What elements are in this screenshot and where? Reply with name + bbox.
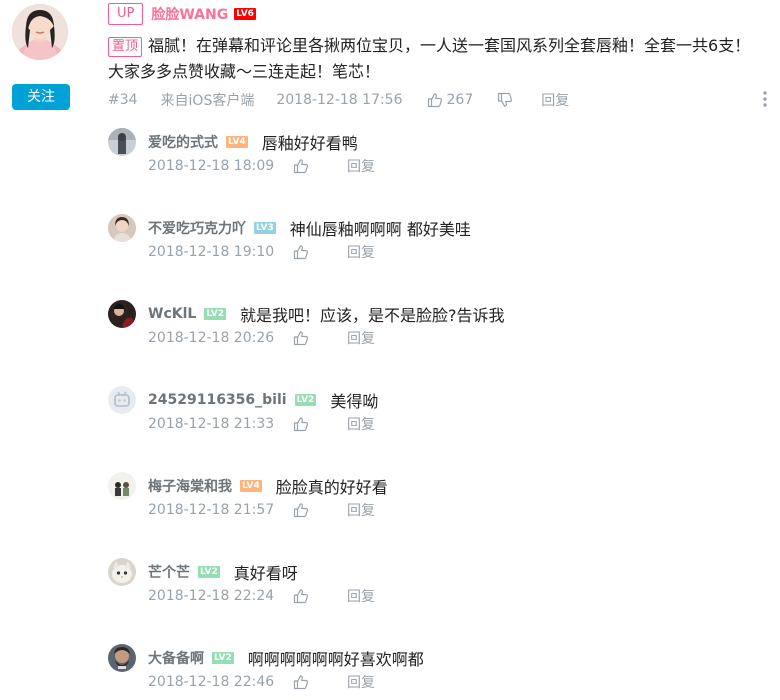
author-username[interactable]: 脸脸WANG (151, 4, 228, 24)
author-avatar[interactable] (12, 4, 68, 60)
like-button[interactable] (293, 588, 347, 604)
like-button[interactable] (293, 244, 347, 260)
like-button[interactable] (293, 158, 347, 174)
reply-avatar[interactable] (108, 644, 136, 672)
reply-time: 2018-12-18 22:46 (148, 674, 275, 690)
reply-item: 梅子海棠和我 LV4 脸脸真的好好看 2018-12-18 21:57 回复 (108, 472, 748, 558)
thumb-up-icon (293, 589, 309, 604)
client-source: 来自iOS客户端 (160, 93, 255, 109)
reply-avatar[interactable] (108, 214, 136, 242)
reply-text: 啊啊啊啊啊啊好喜欢啊都 (247, 650, 424, 669)
reply-item: 24529116356_bili LV2 美得呦 2018-12-18 21:3… (108, 386, 748, 472)
level-badge: LV2 (212, 652, 234, 664)
comment-meta: #34 来自iOS客户端 2018-12-18 17:56 267 回复 (108, 88, 768, 112)
thumb-up-icon (293, 159, 309, 174)
level-badge: LV4 (240, 480, 262, 492)
reply-item: 大备备啊 LV2 啊啊啊啊啊啊好喜欢啊都 2018-12-18 22:46 回复 (108, 644, 748, 700)
reply-text: 就是我吧！应该，是不是脸脸?告诉我 (240, 306, 505, 325)
reply-username[interactable]: 芒个芒 (148, 562, 190, 582)
thumb-up-icon (293, 503, 309, 518)
reply-username[interactable]: WcKlL (148, 306, 196, 322)
comment-header: UP 脸脸WANG LV6 (108, 2, 256, 26)
level-badge: LV6 (234, 8, 256, 20)
level-badge: LV4 (226, 136, 248, 148)
reply-username[interactable]: 梅子海棠和我 (148, 476, 232, 496)
reply-item: 芒个芒 LV2 真好看呀 2018-12-18 22:24 回复 (108, 558, 748, 644)
reply-button[interactable]: 回复 (347, 242, 375, 262)
floor-number: #34 (108, 92, 138, 108)
reply-button[interactable]: 回复 (347, 414, 375, 434)
reply-username[interactable]: 不爱吃巧克力吖 (148, 218, 246, 238)
reply-time: 2018-12-18 19:10 (148, 244, 275, 260)
reply-text: 脸脸真的好好看 (275, 478, 388, 497)
thumb-up-icon (427, 93, 442, 108)
comment-text: 置顶 福腻！在弹幕和评论里各揪两位宝贝，一人送一套国风系列全套唇釉！全套一共6支！… (108, 33, 758, 85)
like-button[interactable] (293, 502, 347, 518)
thumb-up-icon (293, 675, 309, 690)
comment-body: 福腻！在弹幕和评论里各揪两位宝贝，一人送一套国风系列全套唇釉！全套一共6支！大家… (108, 36, 751, 81)
like-button[interactable]: 267 (427, 92, 474, 108)
reply-username[interactable]: 大备备啊 (148, 648, 204, 668)
like-button[interactable] (293, 674, 347, 690)
like-count: 267 (446, 92, 474, 108)
reply-username[interactable]: 24529116356_bili (148, 392, 287, 408)
reply-avatar[interactable] (108, 472, 136, 500)
thumb-down-icon (498, 92, 513, 107)
level-badge: LV2 (198, 566, 220, 578)
thumb-up-icon (293, 331, 309, 346)
reply-avatar[interactable] (108, 128, 136, 156)
reply-avatar[interactable] (108, 386, 136, 414)
thumb-up-icon (293, 417, 309, 432)
reply-button[interactable]: 回复 (347, 500, 375, 520)
reply-item: 不爱吃巧克力吖 LV3 神仙唇釉啊啊啊 都好美哇 2018-12-18 19:1… (108, 214, 748, 300)
reply-time: 2018-12-18 21:57 (148, 502, 275, 518)
reply-username[interactable]: 爱吃的式式 (148, 132, 218, 152)
more-vertical-icon[interactable] (762, 90, 768, 112)
level-badge: LV3 (254, 222, 276, 234)
reply-time: 2018-12-18 20:26 (148, 330, 275, 346)
thumb-up-icon (293, 245, 309, 260)
reply-button[interactable]: 回复 (541, 90, 569, 110)
reply-text: 真好看呀 (233, 564, 298, 583)
reply-text: 神仙唇釉啊啊啊 都好美哇 (289, 220, 471, 239)
level-badge: LV2 (294, 394, 317, 406)
reply-avatar[interactable] (108, 300, 136, 328)
reply-button[interactable]: 回复 (347, 328, 375, 348)
reply-time: 2018-12-18 22:24 (148, 588, 275, 604)
like-button[interactable] (293, 330, 347, 346)
reply-item: WcKlL LV2 就是我吧！应该，是不是脸脸?告诉我 2018-12-18 2… (108, 300, 748, 386)
follow-button[interactable]: 关注 (12, 84, 70, 110)
reply-button[interactable]: 回复 (347, 586, 375, 606)
reply-button[interactable]: 回复 (347, 672, 375, 692)
reply-item: 爱吃的式式 LV4 唇釉好好看鸭 2018-12-18 18:09 回复 (108, 128, 748, 214)
reply-avatar[interactable] (108, 558, 136, 586)
comment-time: 2018-12-18 17:56 (276, 92, 403, 108)
pinned-badge: 置顶 (108, 37, 143, 57)
level-badge: LV2 (204, 308, 227, 320)
like-button[interactable] (293, 416, 347, 432)
reply-text: 唇釉好好看鸭 (261, 134, 358, 153)
reply-time: 2018-12-18 21:33 (148, 416, 275, 432)
up-badge: UP (108, 3, 144, 25)
reply-time: 2018-12-18 18:09 (148, 158, 275, 174)
dislike-button[interactable] (497, 92, 513, 108)
reply-button[interactable]: 回复 (347, 156, 375, 176)
reply-text: 美得呦 (330, 392, 379, 411)
